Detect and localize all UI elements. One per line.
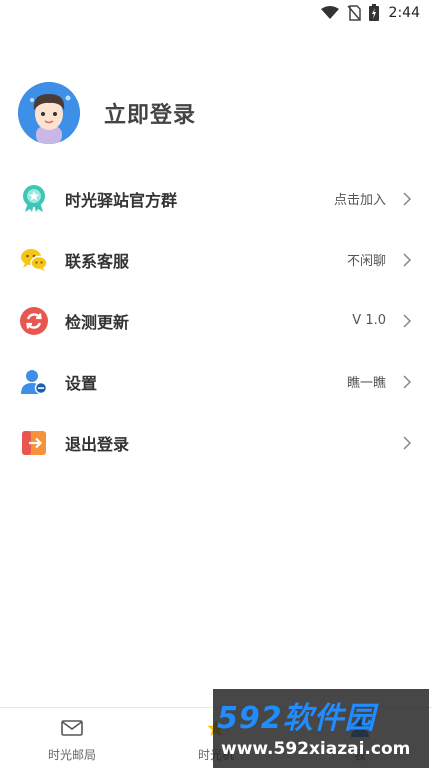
chevron-right-icon: [403, 191, 412, 206]
menu-item-label: 检测更新: [65, 312, 130, 332]
nav-tab-label: 时光邮局: [47, 748, 96, 762]
watermark-title: 592软件园: [217, 701, 376, 736]
chevron-right-icon: [403, 252, 412, 267]
menu-item-logout[interactable]: 退出登录: [0, 412, 432, 473]
wechat-icon: [20, 246, 48, 274]
menu-item-settings[interactable]: 设置 瞧一瞧: [0, 351, 432, 412]
menu-item-label: 退出登录: [65, 434, 130, 454]
chevron-right-icon: [403, 313, 412, 328]
user-settings-icon: [20, 368, 48, 396]
nav-tab-mail[interactable]: 时光邮局: [12, 718, 132, 763]
watermark: 592软件园 www.592xiazai.com: [213, 689, 429, 768]
profile-header[interactable]: 立即登录: [18, 82, 196, 144]
status-time: 2:44: [388, 4, 420, 21]
menu-item-check-update[interactable]: 检测更新 V 1.0: [0, 290, 432, 351]
settings-menu: 时光驿站官方群 点击加入 联系客服 不闲聊 检测更新 V 1.0 设置 瞧一瞧 …: [0, 168, 432, 473]
battery-icon: [368, 4, 379, 21]
logout-icon: [20, 429, 48, 457]
chevron-right-icon: [403, 435, 412, 450]
menu-item-label: 设置: [65, 373, 98, 393]
menu-item-value: 瞧一瞧: [346, 376, 386, 391]
chevron-right-icon: [403, 374, 412, 389]
mail-icon: [61, 720, 83, 736]
wifi-icon: [320, 5, 339, 19]
badge-icon: [20, 184, 48, 213]
menu-item-value: 点击加入: [333, 193, 386, 208]
menu-item-value: V 1.0: [352, 313, 386, 328]
menu-item-label: 时光驿站官方群: [65, 190, 178, 210]
menu-item-contact-support[interactable]: 联系客服 不闲聊: [0, 229, 432, 290]
no-sim-icon: [346, 4, 361, 21]
status-bar: 2:44: [0, 0, 432, 28]
login-button[interactable]: 立即登录: [104, 97, 196, 129]
avatar[interactable]: [18, 82, 80, 144]
refresh-icon: [20, 306, 48, 335]
menu-item-official-group[interactable]: 时光驿站官方群 点击加入: [0, 168, 432, 229]
avatar-image: [18, 82, 80, 144]
menu-item-value: 不闲聊: [346, 254, 386, 269]
menu-item-label: 联系客服: [65, 251, 130, 271]
watermark-url: www.592xiazai.com: [221, 739, 411, 759]
